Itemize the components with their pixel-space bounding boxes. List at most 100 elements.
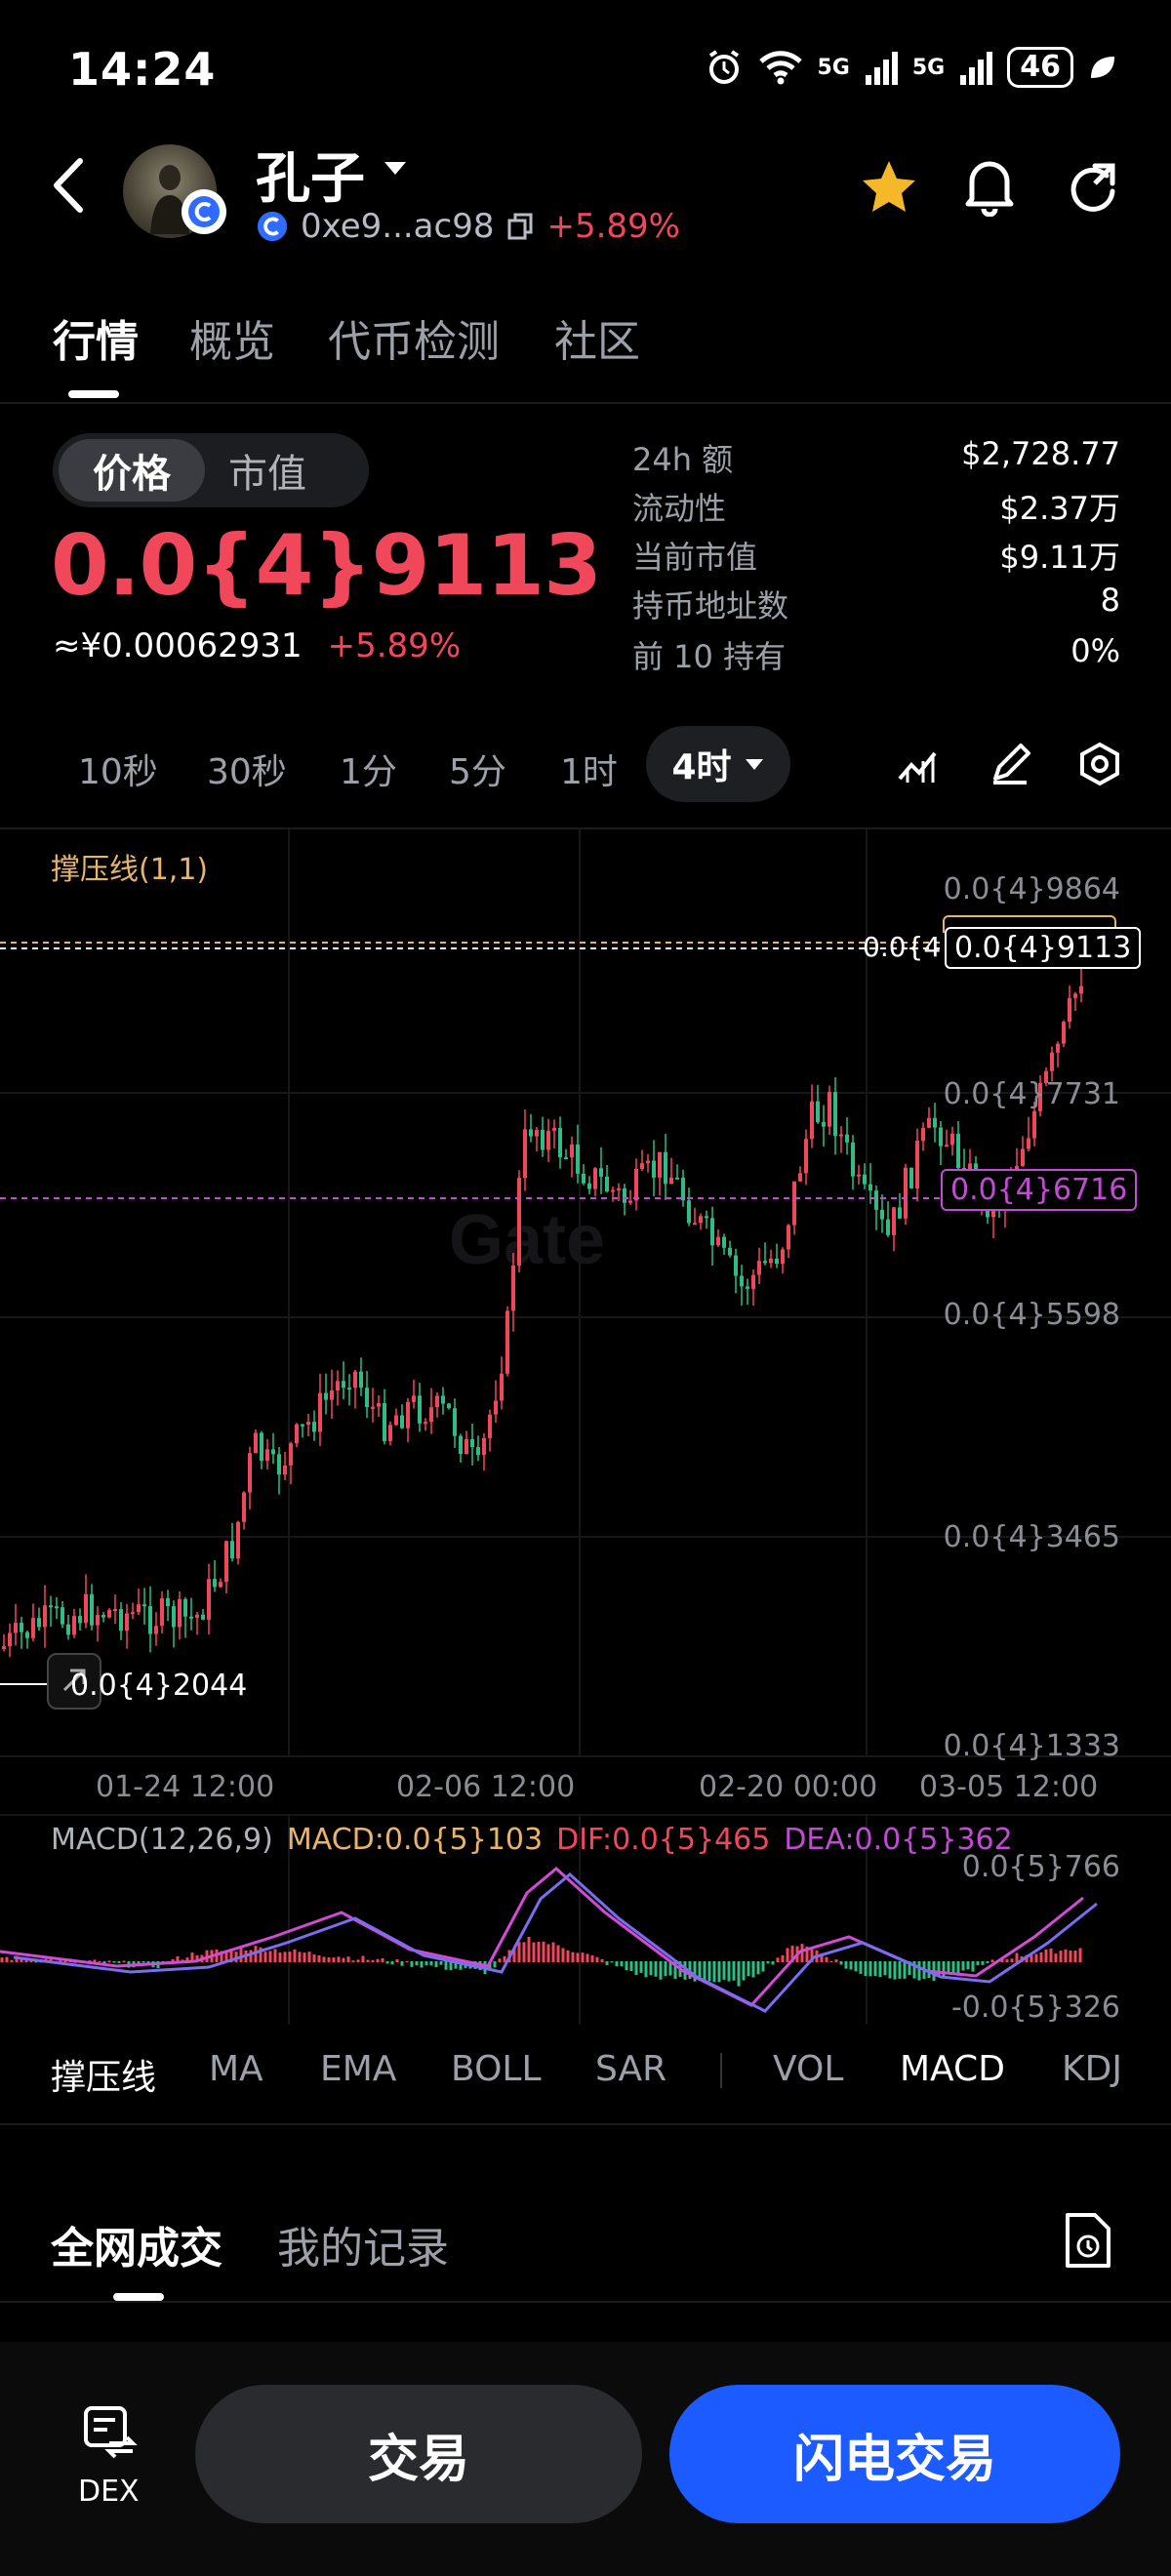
- divider: [0, 2123, 1171, 2125]
- candle-body: [137, 1604, 141, 1613]
- macd-bar: [634, 1961, 638, 1976]
- candle-body: [84, 1593, 88, 1624]
- macd-bar: [522, 1942, 526, 1962]
- candle-body: [14, 1623, 18, 1633]
- candle-body: [1073, 993, 1077, 998]
- indicator-tab-macd[interactable]: MACD: [900, 2049, 1005, 2089]
- tab-all-trades[interactable]: 全网成交: [51, 2213, 222, 2275]
- candle-body: [353, 1371, 357, 1389]
- macd-bar: [1049, 1948, 1053, 1962]
- candle-body: [599, 1168, 603, 1177]
- status-time: 14:24: [68, 43, 217, 96]
- tab-community[interactable]: 社区: [554, 306, 640, 369]
- timeframe-4h[interactable]: 4时: [646, 726, 790, 802]
- history-document-icon[interactable]: [1062, 2211, 1114, 2270]
- candle-body: [424, 1422, 427, 1425]
- candle-body: [31, 1618, 35, 1638]
- candle-body: [546, 1130, 550, 1150]
- macd-bar: [98, 1960, 101, 1962]
- candle-body: [570, 1144, 574, 1158]
- candle-body: [669, 1177, 673, 1185]
- candle-body: [148, 1606, 152, 1634]
- macd-bar: [263, 1952, 267, 1962]
- indicator-tab-vol[interactable]: VOL: [773, 2049, 843, 2089]
- star-icon[interactable]: [859, 158, 919, 217]
- macd-bar: [112, 1961, 116, 1963]
- timeframe-5m[interactable]: 5分: [449, 744, 506, 794]
- candle-body: [716, 1236, 720, 1246]
- candle-body: [488, 1414, 492, 1438]
- tab-my-records[interactable]: 我的记录: [277, 2213, 449, 2275]
- indicator-tab-support[interactable]: 撑压线: [51, 2049, 156, 2100]
- dex-label[interactable]: DEX: [78, 2475, 140, 2509]
- chart-indicator-label: 撑压线(1,1): [51, 853, 209, 887]
- macd-axis-bottom: -0.0{5}326: [950, 1991, 1120, 2025]
- indicator-tab-kdj[interactable]: KDJ: [1062, 2049, 1122, 2089]
- chevron-down-icon[interactable]: [383, 158, 408, 178]
- candle-body: [511, 1265, 515, 1311]
- tab-token-check[interactable]: 代币检测: [328, 306, 500, 369]
- candle-body: [25, 1631, 29, 1638]
- candle-body: [781, 1249, 785, 1265]
- macd-bar: [371, 1959, 375, 1962]
- token-name[interactable]: 孔子: [256, 135, 365, 214]
- macd-bar: [444, 1961, 448, 1970]
- candle-body: [201, 1614, 205, 1620]
- candle-body: [1032, 1110, 1036, 1139]
- timeframe-1h[interactable]: 1时: [560, 744, 618, 794]
- price-sub-row: ≈¥0.00062931 +5.89%: [53, 626, 461, 665]
- macd-bar: [829, 1960, 833, 1962]
- copy-icon[interactable]: [505, 212, 535, 241]
- indicator-tab-boll[interactable]: BOLL: [451, 2049, 542, 2089]
- candle-body: [195, 1614, 199, 1618]
- macd-bar: [283, 1952, 287, 1962]
- indicator-icon[interactable]: [896, 742, 941, 786]
- draw-icon[interactable]: [988, 742, 1032, 786]
- macd-dea-line: [13, 1872, 1098, 2013]
- indicator-tab-sar[interactable]: SAR: [595, 2049, 666, 2089]
- macd-bar: [10, 1959, 14, 1962]
- timeframe-10s[interactable]: 10秒: [78, 744, 158, 794]
- candle-body: [646, 1160, 650, 1164]
- candle-body: [371, 1406, 375, 1409]
- candle-body: [839, 1134, 843, 1137]
- bell-icon[interactable]: [962, 156, 1017, 217]
- share-icon[interactable]: [1066, 158, 1120, 213]
- dex-icon[interactable]: [80, 2400, 139, 2459]
- date-axis-label: 01-24 12:00: [96, 1770, 275, 1804]
- battery-level: 46: [1007, 47, 1073, 88]
- toggle-price[interactable]: 价格: [59, 439, 205, 502]
- indicator-tab-ema[interactable]: EMA: [320, 2049, 396, 2089]
- macd-bar: [844, 1961, 848, 1969]
- tab-overview[interactable]: 概览: [189, 306, 275, 369]
- macd-bar: [659, 1961, 663, 1980]
- timeframe-30s[interactable]: 30秒: [207, 744, 287, 794]
- toggle-market-cap[interactable]: 市值: [228, 439, 365, 502]
- candle-body: [810, 1101, 814, 1140]
- macd-bar: [610, 1961, 614, 1963]
- tab-market[interactable]: 行情: [53, 306, 139, 369]
- tab-indicator: [68, 390, 119, 398]
- candle-body: [301, 1424, 304, 1427]
- flash-trade-button[interactable]: 闪电交易: [669, 2385, 1120, 2523]
- stat-value: $2,728.77: [961, 435, 1120, 472]
- macd-bar: [517, 1942, 521, 1962]
- macd-bar: [766, 1961, 770, 1964]
- stat-label: 流动性: [632, 490, 727, 527]
- chain-icon: [188, 196, 220, 227]
- candle-body: [66, 1624, 70, 1635]
- macd-bar: [420, 1961, 424, 1968]
- timeframe-1m[interactable]: 1分: [340, 744, 397, 794]
- macd-axis-top: 0.0{5}766: [961, 1850, 1120, 1884]
- macd-bar: [737, 1961, 741, 1987]
- candle-body: [49, 1605, 53, 1608]
- candle-body: [757, 1261, 761, 1275]
- candle-body: [909, 1167, 913, 1188]
- indicator-tab-ma[interactable]: MA: [209, 2049, 263, 2089]
- settings-icon[interactable]: [1077, 742, 1122, 786]
- candle-body: [289, 1443, 293, 1466]
- candle-body: [816, 1101, 820, 1123]
- back-icon[interactable]: [43, 151, 96, 220]
- trade-button[interactable]: 交易: [195, 2385, 642, 2523]
- candle-body: [8, 1632, 12, 1647]
